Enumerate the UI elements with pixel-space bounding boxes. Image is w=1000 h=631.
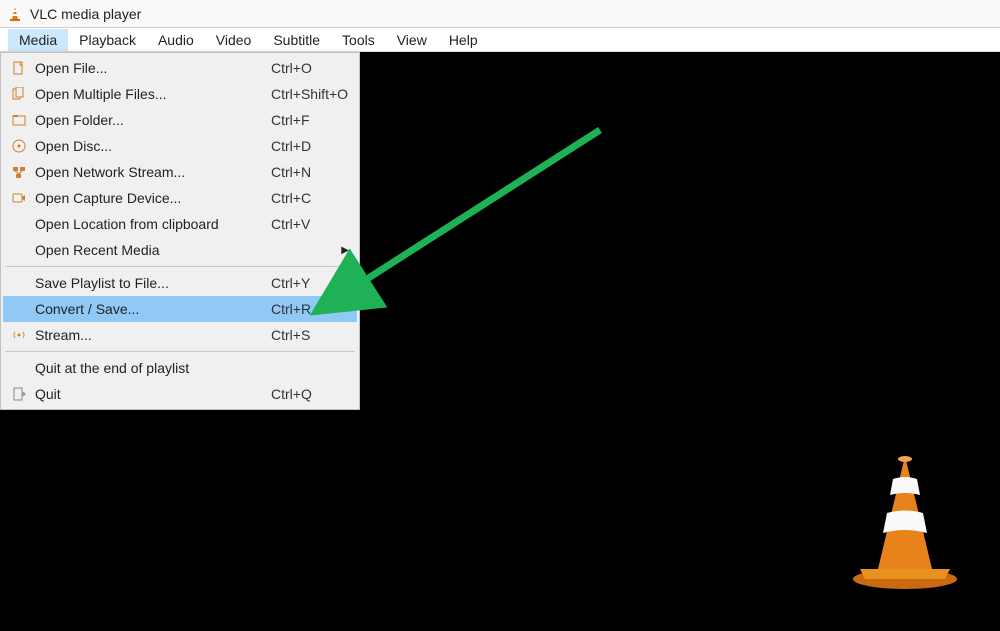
disc-icon xyxy=(7,139,31,153)
menuitem-shortcut: Ctrl+R xyxy=(271,301,311,317)
menu-separator xyxy=(5,351,355,352)
network-icon xyxy=(7,165,31,179)
menuitem-shortcut: Ctrl+D xyxy=(271,138,311,154)
menuitem-open-disc[interactable]: Open Disc... Ctrl+D xyxy=(3,133,357,159)
menuitem-quit-end-playlist[interactable]: Quit at the end of playlist xyxy=(3,355,357,381)
menuitem-quit[interactable]: Quit Ctrl+Q xyxy=(3,381,357,407)
capture-icon xyxy=(7,191,31,205)
menuitem-label: Convert / Save... xyxy=(35,301,139,317)
menu-subtitle[interactable]: Subtitle xyxy=(262,29,331,51)
menu-video[interactable]: Video xyxy=(205,29,263,51)
menu-separator xyxy=(5,266,355,267)
menuitem-save-playlist[interactable]: Save Playlist to File... Ctrl+Y xyxy=(3,270,357,296)
menuitem-label: Open Folder... xyxy=(35,112,124,128)
menuitem-open-file[interactable]: Open File... Ctrl+O xyxy=(3,55,357,81)
menuitem-shortcut: Ctrl+V xyxy=(271,216,310,232)
menu-playback[interactable]: Playback xyxy=(68,29,147,51)
menuitem-open-capture[interactable]: Open Capture Device... Ctrl+C xyxy=(3,185,357,211)
menuitem-label: Open Network Stream... xyxy=(35,164,185,180)
menuitem-shortcut: Ctrl+Shift+O xyxy=(271,86,348,102)
menuitem-label: Open Multiple Files... xyxy=(35,86,167,102)
menu-tools[interactable]: Tools xyxy=(331,29,386,51)
titlebar: VLC media player xyxy=(0,0,1000,28)
menuitem-shortcut: Ctrl+F xyxy=(271,112,310,128)
menu-view[interactable]: View xyxy=(386,29,438,51)
menuitem-convert-save[interactable]: Convert / Save... Ctrl+R xyxy=(3,296,357,322)
menubar: Media Playback Audio Video Subtitle Tool… xyxy=(0,28,1000,52)
menuitem-label: Open Recent Media xyxy=(35,242,160,258)
file-icon xyxy=(7,61,31,75)
menuitem-open-clipboard[interactable]: Open Location from clipboard Ctrl+V xyxy=(3,211,357,237)
files-icon xyxy=(7,87,31,101)
menuitem-label: Open Location from clipboard xyxy=(35,216,219,232)
menu-audio[interactable]: Audio xyxy=(147,29,205,51)
media-dropdown: Open File... Ctrl+O Open Multiple Files.… xyxy=(0,52,360,410)
menu-media[interactable]: Media xyxy=(8,29,68,51)
quit-icon xyxy=(7,387,31,401)
menuitem-open-folder[interactable]: Open Folder... Ctrl+F xyxy=(3,107,357,133)
menuitem-shortcut: Ctrl+S xyxy=(271,327,310,343)
menuitem-label: Quit at the end of playlist xyxy=(35,360,189,376)
menuitem-shortcut: Ctrl+Q xyxy=(271,386,312,402)
menuitem-open-recent[interactable]: Open Recent Media ▶ xyxy=(3,237,357,263)
submenu-arrow-icon: ▶ xyxy=(341,245,349,256)
folder-icon xyxy=(7,113,31,127)
stream-icon xyxy=(7,328,31,342)
menuitem-label: Save Playlist to File... xyxy=(35,275,169,291)
menuitem-open-multiple-files[interactable]: Open Multiple Files... Ctrl+Shift+O xyxy=(3,81,357,107)
menuitem-label: Open Disc... xyxy=(35,138,112,154)
menu-help[interactable]: Help xyxy=(438,29,489,51)
menuitem-stream[interactable]: Stream... Ctrl+S xyxy=(3,322,357,348)
menuitem-shortcut: Ctrl+N xyxy=(271,164,311,180)
menuitem-shortcut: Ctrl+C xyxy=(271,190,311,206)
vlc-cone-logo xyxy=(850,451,960,591)
menuitem-shortcut: Ctrl+Y xyxy=(271,275,310,291)
menuitem-open-network[interactable]: Open Network Stream... Ctrl+N xyxy=(3,159,357,185)
window-title: VLC media player xyxy=(30,6,141,22)
menuitem-label: Open File... xyxy=(35,60,107,76)
menuitem-label: Stream... xyxy=(35,327,92,343)
vlc-cone-icon xyxy=(8,6,22,22)
menuitem-shortcut: Ctrl+O xyxy=(271,60,312,76)
menuitem-label: Open Capture Device... xyxy=(35,190,181,206)
menuitem-label: Quit xyxy=(35,386,61,402)
